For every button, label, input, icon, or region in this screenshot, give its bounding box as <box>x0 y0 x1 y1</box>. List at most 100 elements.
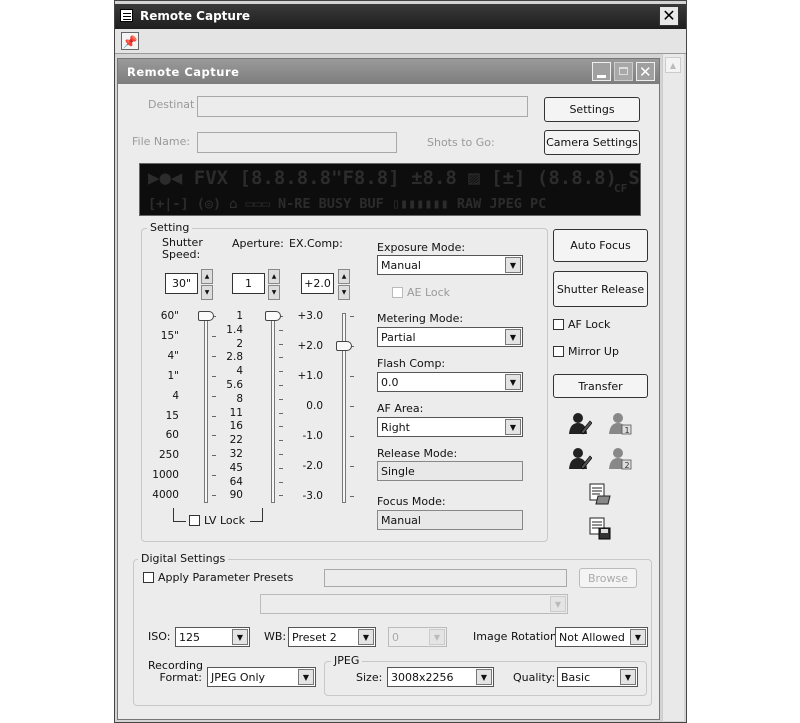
user-write-1-icon[interactable] <box>568 411 592 435</box>
aperture-down-arrow[interactable]: ▼ <box>268 285 280 300</box>
settings-save-icon[interactable] <box>588 516 612 540</box>
aperture-slider-thumb[interactable] <box>265 311 281 321</box>
lv-lock-checkbox[interactable] <box>189 515 200 526</box>
close-icon[interactable]: ✕ <box>659 6 679 26</box>
aperture-scale-label: 1.4 <box>226 323 243 336</box>
ex-comp-scale-label: -3.0 <box>302 490 324 502</box>
ex-comp-scale-tick <box>350 466 354 467</box>
wb-select[interactable]: Preset 2 ▼ <box>288 627 376 647</box>
chevron-down-icon: ▼ <box>505 374 521 390</box>
af-area-select[interactable]: Right ▼ <box>377 417 523 437</box>
lcd-row-1: ▶●◀ FVX [8.8.8.8"F8.8] ±8.8 ▨ [±] (8.8.8… <box>148 167 641 189</box>
wb-sub-value: 0 <box>392 630 399 644</box>
aperture-scale-label: 32 <box>229 448 243 460</box>
minimize-icon[interactable] <box>592 62 611 81</box>
aperture-value[interactable]: 1 <box>232 273 265 294</box>
size-label: Size: <box>356 671 383 684</box>
iso-select[interactable]: 125 ▼ <box>175 627 250 647</box>
aperture-scale-label: 1 <box>236 310 243 322</box>
lv-lock-label: LV Lock <box>204 514 246 527</box>
recording-format-label: Recording Format: <box>148 659 204 684</box>
ex-comp-down-arrow[interactable]: ▼ <box>338 285 350 300</box>
chevron-down-icon: ▼ <box>358 629 374 645</box>
settings-button[interactable]: Settings <box>544 97 640 122</box>
lcd-row-2: [+|-] (◎) ⌂ ▭▭▭ N-RE BUSY BUF ▯▮▮▮▮▮▮ RA… <box>148 196 547 212</box>
user-slot-1-icon[interactable]: 1 <box>608 411 632 435</box>
exposure-mode-label: Exposure Mode: <box>377 241 466 254</box>
outer-title-bar: Remote Capture ✕ <box>115 4 686 29</box>
ex-comp-scale-label: 0.0 <box>306 400 323 412</box>
setting-group-label: Setting <box>147 221 193 234</box>
exposure-mode-select[interactable]: Manual ▼ <box>377 255 523 275</box>
aperture-scale-tick <box>279 412 283 414</box>
ex-comp-value[interactable]: +2.0 <box>301 273 334 294</box>
shutter-speed-scale-label: 1" <box>167 369 179 382</box>
ex-comp-slider-thumb[interactable] <box>336 341 352 351</box>
metering-mode-select[interactable]: Partial ▼ <box>377 327 523 347</box>
settings-open-icon[interactable] <box>588 482 612 506</box>
file-name-field <box>197 132 397 153</box>
chevron-down-icon: ▼ <box>550 596 566 612</box>
af-area-value: Right <box>381 420 410 434</box>
inner-close-icon[interactable]: ✕ <box>636 62 655 81</box>
user-write-2-icon[interactable] <box>568 446 592 470</box>
image-rotation-select[interactable]: Not Allowed ▼ <box>555 627 648 647</box>
flash-comp-select[interactable]: 0.0 ▼ <box>377 372 523 392</box>
ex-comp-scale-label: +1.0 <box>297 370 324 382</box>
destination-field <box>197 96 528 117</box>
aperture-scale-label: 4 <box>236 365 243 378</box>
maximize-icon <box>614 62 633 81</box>
mirror-up-checkbox[interactable] <box>553 346 564 357</box>
user-slot-2-number: 2 <box>625 461 630 470</box>
ae-lock-label: AE Lock <box>407 286 451 299</box>
ex-comp-scale-label: +3.0 <box>297 310 324 322</box>
aperture-label: Aperture: <box>232 237 284 250</box>
pin-icon[interactable]: 📌 <box>121 32 139 50</box>
aperture-track <box>271 313 275 503</box>
aperture-scale-label: 45 <box>229 461 243 474</box>
jpeg-group-label: JPEG <box>331 654 363 667</box>
preset-path-field <box>324 569 567 587</box>
scrollbar[interactable]: ▲ <box>662 54 684 721</box>
quality-label: Quality: <box>513 671 556 684</box>
chevron-down-icon: ▼ <box>298 669 314 685</box>
shutter-speed-down-arrow[interactable]: ▼ <box>201 285 213 300</box>
shutter-speed-scale-label: 15 <box>165 409 179 422</box>
camera-settings-button[interactable]: Camera Settings <box>544 130 640 155</box>
chevron-down-icon: ▼ <box>505 419 521 435</box>
scroll-up-arrow[interactable]: ▲ <box>665 57 681 73</box>
inner-title-bar: Remote Capture ✕ <box>118 59 659 84</box>
af-lock-checkbox[interactable] <box>553 319 564 330</box>
chevron-down-icon: ▼ <box>476 669 492 685</box>
ex-comp-label: EX.Comp: <box>289 237 343 250</box>
size-value: 3008x2256 <box>391 670 454 684</box>
aperture-scale-label: 2 <box>236 337 243 350</box>
ex-comp-up-arrow[interactable]: ▲ <box>338 269 350 284</box>
user-slot-1-number: 1 <box>625 426 630 435</box>
shutter-speed-scale-label: 4" <box>167 349 179 362</box>
transfer-button[interactable]: Transfer <box>553 374 648 398</box>
user-slot-2-icon[interactable]: 2 <box>608 446 632 470</box>
shutter-speed-scale-label: 1000 <box>152 469 179 482</box>
chevron-down-icon: ▼ <box>232 629 248 645</box>
ex-comp-scale-label: -1.0 <box>302 430 324 442</box>
shutter-speed-label: Shutter Speed: <box>162 236 203 261</box>
apply-presets-checkbox[interactable] <box>143 572 154 583</box>
outer-window-title: Remote Capture <box>140 9 251 23</box>
wb-sub-select: 0 ▼ <box>388 627 447 647</box>
shutter-speed-up-arrow[interactable]: ▲ <box>201 269 213 284</box>
shutter-speed-scale-label: 60 <box>165 429 179 442</box>
aperture-scale-label: 22 <box>229 434 243 447</box>
metering-mode-value: Partial <box>381 330 416 344</box>
recording-format-select[interactable]: JPEG Only ▼ <box>207 667 316 687</box>
quality-select[interactable]: Basic ▼ <box>557 667 638 687</box>
shutter-speed-scale-label: 4000 <box>152 489 179 502</box>
auto-focus-button[interactable]: Auto Focus <box>553 229 648 262</box>
image-rotation-value: Not Allowed <box>559 630 625 644</box>
shutter-speed-value[interactable]: 30" <box>165 273 198 294</box>
size-select[interactable]: 3008x2256 ▼ <box>387 667 494 687</box>
aperture-scale-label: 8 <box>236 392 243 405</box>
aperture-up-arrow[interactable]: ▲ <box>268 269 280 284</box>
iso-value: 125 <box>179 630 200 644</box>
shutter-release-button[interactable]: Shutter Release <box>553 271 648 307</box>
